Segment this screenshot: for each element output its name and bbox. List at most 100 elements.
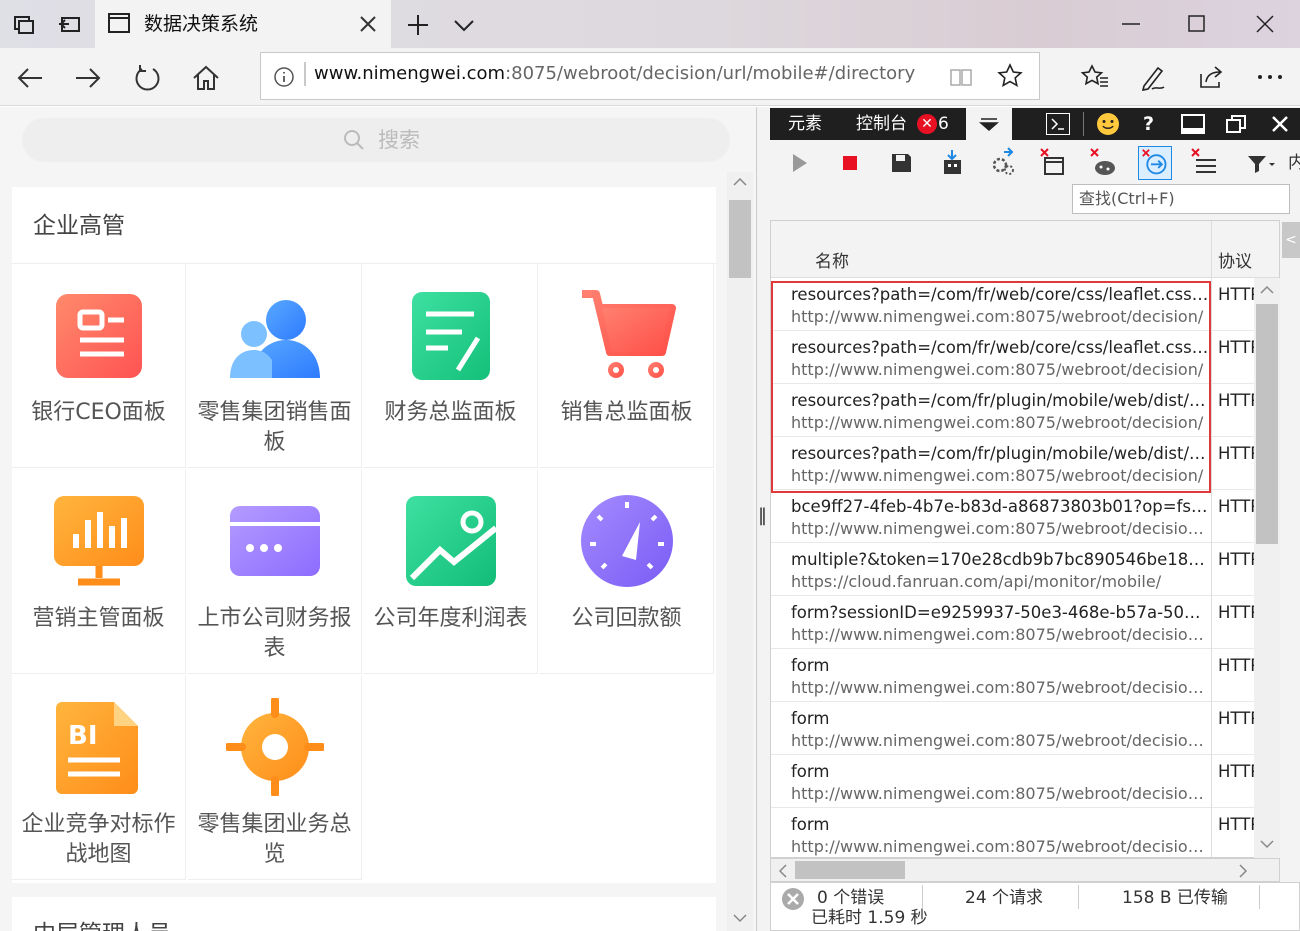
dashboard-tile[interactable]: 零售集团业务总览 [188, 676, 362, 880]
play-icon[interactable] [783, 146, 817, 180]
always-refresh-icon[interactable] [1138, 146, 1172, 180]
pen-notes-icon[interactable] [1138, 62, 1168, 92]
chevron-down-icon[interactable] [450, 11, 478, 39]
error-status-icon [782, 888, 804, 910]
toolbar-divider [1083, 112, 1084, 136]
refresh-icon[interactable] [131, 62, 163, 94]
tile-label: 公司回款额 [571, 606, 682, 631]
users-icon [226, 286, 324, 384]
feedback-smiley-icon[interactable] [1096, 112, 1120, 136]
request-url: http://www.nimengwei.com:8075/webroot/de… [791, 837, 1209, 856]
request-name: form [791, 762, 830, 781]
tile-label: 销售总监面板 [560, 400, 693, 425]
request-row[interactable]: multiple?&token=170e28cdb9b7bc890546be18… [771, 543, 1279, 596]
search-bar[interactable]: 搜索 [22, 118, 730, 162]
page-icon [108, 13, 130, 33]
request-row[interactable]: bce9ff27-4feb-4b7e-b83d-a86873803b01?op=… [771, 490, 1279, 543]
request-url: http://www.nimengwei.com:8075/webroot/de… [791, 519, 1209, 538]
dashboard-tile[interactable]: 公司回款额 [540, 470, 714, 674]
close-devtools-icon[interactable] [1268, 112, 1292, 136]
find-input[interactable]: 查找(Ctrl+F) [1072, 184, 1290, 214]
network-scroll-down-icon[interactable] [1259, 838, 1275, 850]
network-tab-active[interactable] [966, 108, 1012, 140]
new-tab-icon[interactable] [404, 11, 432, 39]
dashboard-tile[interactable]: 银行CEO面板 [12, 264, 186, 468]
tab-title: 数据决策系统 [144, 13, 259, 35]
clear-list-icon[interactable] [1188, 146, 1222, 180]
gauge-icon [578, 492, 676, 590]
dashboard-tile[interactable]: 公司年度利润表 [364, 470, 538, 674]
dashboard-tile[interactable]: 上市公司财务报表 [188, 470, 362, 674]
tab-elements[interactable]: 元素 [788, 108, 822, 140]
undock-icon[interactable] [1224, 112, 1248, 136]
page-scrollbar[interactable] [727, 172, 753, 931]
column-name-header[interactable]: 名称 [815, 251, 849, 273]
error-icon: ✕ [917, 114, 937, 134]
dashboard-tile[interactable]: 财务总监面板 [364, 264, 538, 468]
stop-record-icon[interactable] [833, 146, 867, 180]
request-url: http://www.nimengwei.com:8075/webroot/de… [791, 784, 1209, 803]
monitor-chart-icon [50, 492, 148, 590]
url-text[interactable]: www.nimengwei.com:8075/webroot/decision/… [314, 62, 915, 86]
content-type-filter-label[interactable]: 内 [1288, 148, 1300, 178]
filter-icon[interactable] [1244, 146, 1278, 180]
favorites-icon[interactable] [1080, 62, 1110, 92]
dock-bottom-icon[interactable] [1181, 114, 1205, 134]
favorite-star-icon[interactable] [996, 62, 1024, 90]
share-icon[interactable] [1196, 62, 1226, 92]
horizontal-scrollbar[interactable] [770, 858, 1280, 882]
import-icon[interactable] [935, 146, 969, 180]
set-tabs-aside-icon[interactable] [56, 10, 84, 38]
tab-actions-icon[interactable] [10, 10, 38, 38]
request-url: http://www.nimengwei.com:8075/webroot/de… [791, 731, 1209, 750]
page-scroll-thumb[interactable] [729, 200, 751, 278]
search-icon [344, 130, 364, 150]
request-row[interactable]: form http://www.nimengwei.com:8075/webroo… [771, 649, 1279, 702]
dashboard-tile[interactable]: BI 企业竞争对标作战地图 [12, 676, 186, 880]
error-count-text: 0 个错误 [817, 888, 885, 908]
tile-label: 零售集团销售面板 [197, 400, 352, 455]
throttle-icon[interactable] [986, 146, 1020, 180]
horizontal-scroll-thumb[interactable] [795, 861, 905, 879]
clear-session-icon[interactable] [1037, 146, 1071, 180]
reading-view-icon[interactable] [948, 64, 974, 90]
dashboard-tile[interactable]: 营销主管面板 [12, 470, 186, 674]
info-icon[interactable] [273, 66, 295, 88]
transferred-text: 158 B 已传输 [1122, 888, 1228, 908]
network-scroll-up-icon[interactable] [1259, 284, 1275, 296]
dashboard-tile[interactable]: 零售集团销售面板 [188, 264, 362, 468]
close-tab-icon[interactable] [356, 11, 380, 37]
column-separator[interactable] [1211, 221, 1212, 857]
more-icon[interactable] [1254, 62, 1286, 92]
network-scrollbar[interactable] [1254, 278, 1280, 858]
back-icon[interactable] [14, 62, 46, 94]
resize-handle-icon[interactable]: ‖ [758, 505, 767, 526]
network-scroll-thumb[interactable] [1256, 304, 1278, 544]
home-icon[interactable] [190, 62, 222, 94]
scroll-up-icon[interactable] [732, 176, 748, 188]
status-bar: 0 个错误 已耗时 1.59 秒 24 个请求 158 B 已传输 [770, 882, 1300, 931]
save-icon[interactable] [884, 146, 918, 180]
scroll-left-icon[interactable] [777, 863, 789, 879]
close-window-icon[interactable] [1252, 11, 1278, 37]
section-title: 企业高管 [33, 213, 125, 239]
scroll-down-icon[interactable] [732, 912, 748, 924]
minimize-icon[interactable] [1118, 11, 1144, 37]
help-icon[interactable]: ? [1143, 108, 1154, 140]
forward-icon[interactable] [72, 62, 104, 94]
column-protocol-header[interactable]: 协议 [1218, 251, 1252, 273]
request-row[interactable]: form?sessionID=e9259937-50e3-468e-b57a-5… [771, 596, 1279, 649]
console-drawer-icon[interactable] [1046, 113, 1070, 135]
request-row[interactable]: form http://www.nimengwei.com:8075/webroo… [771, 808, 1279, 857]
request-row[interactable]: form http://www.nimengwei.com:8075/webroo… [771, 755, 1279, 808]
scroll-right-icon[interactable] [1237, 863, 1249, 879]
panel-expand-icon[interactable]: < [1282, 222, 1300, 258]
dashboard-tile[interactable]: 销售总监面板 [540, 264, 714, 468]
credit-card-icon [226, 492, 324, 590]
request-row[interactable]: form http://www.nimengwei.com:8075/webroo… [771, 702, 1279, 755]
maximize-icon[interactable] [1184, 11, 1210, 37]
tab-console[interactable]: 控制台 [856, 108, 907, 140]
clear-cookies-icon[interactable] [1087, 146, 1121, 180]
error-count: 6 [938, 114, 949, 134]
tile-label: 公司年度利润表 [373, 606, 528, 631]
